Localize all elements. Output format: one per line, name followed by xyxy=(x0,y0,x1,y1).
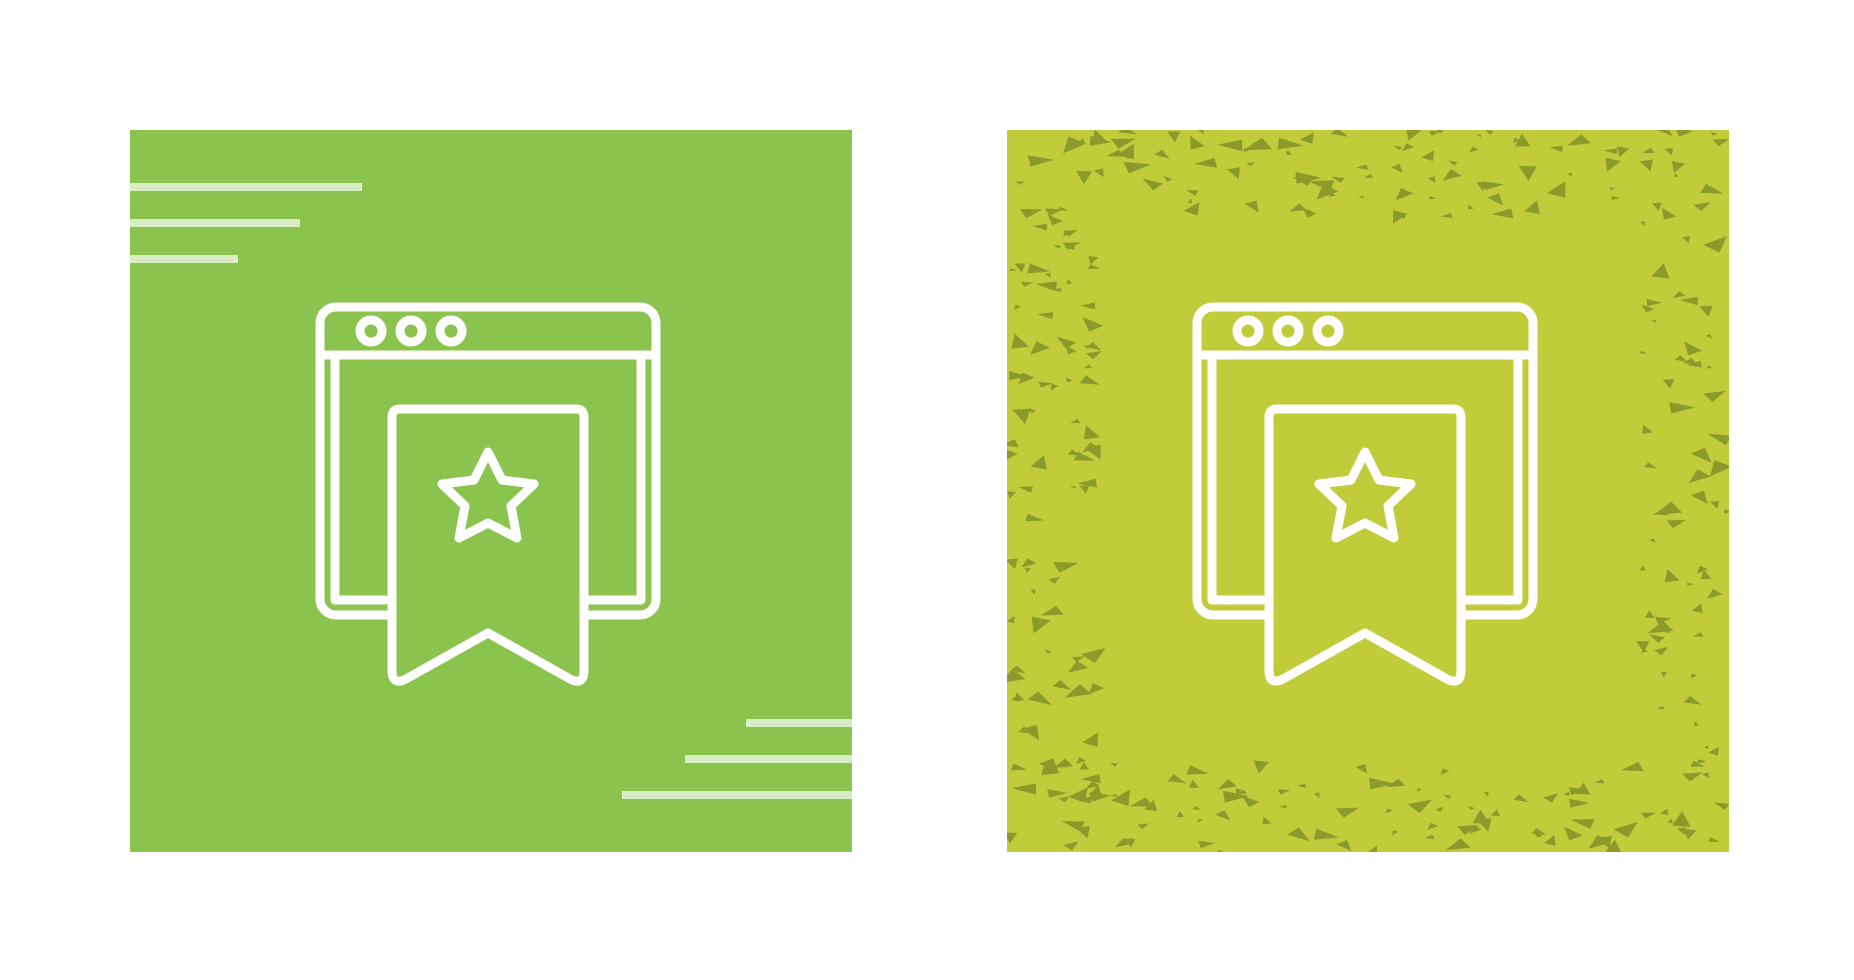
icon-pair-canvas xyxy=(0,0,1854,980)
browser-bookmark-icon-flat xyxy=(130,130,852,852)
tile-flat-green xyxy=(130,130,852,852)
browser-bookmark-icon-grunge xyxy=(1007,130,1729,852)
tile-grunge-lime xyxy=(1007,130,1729,852)
